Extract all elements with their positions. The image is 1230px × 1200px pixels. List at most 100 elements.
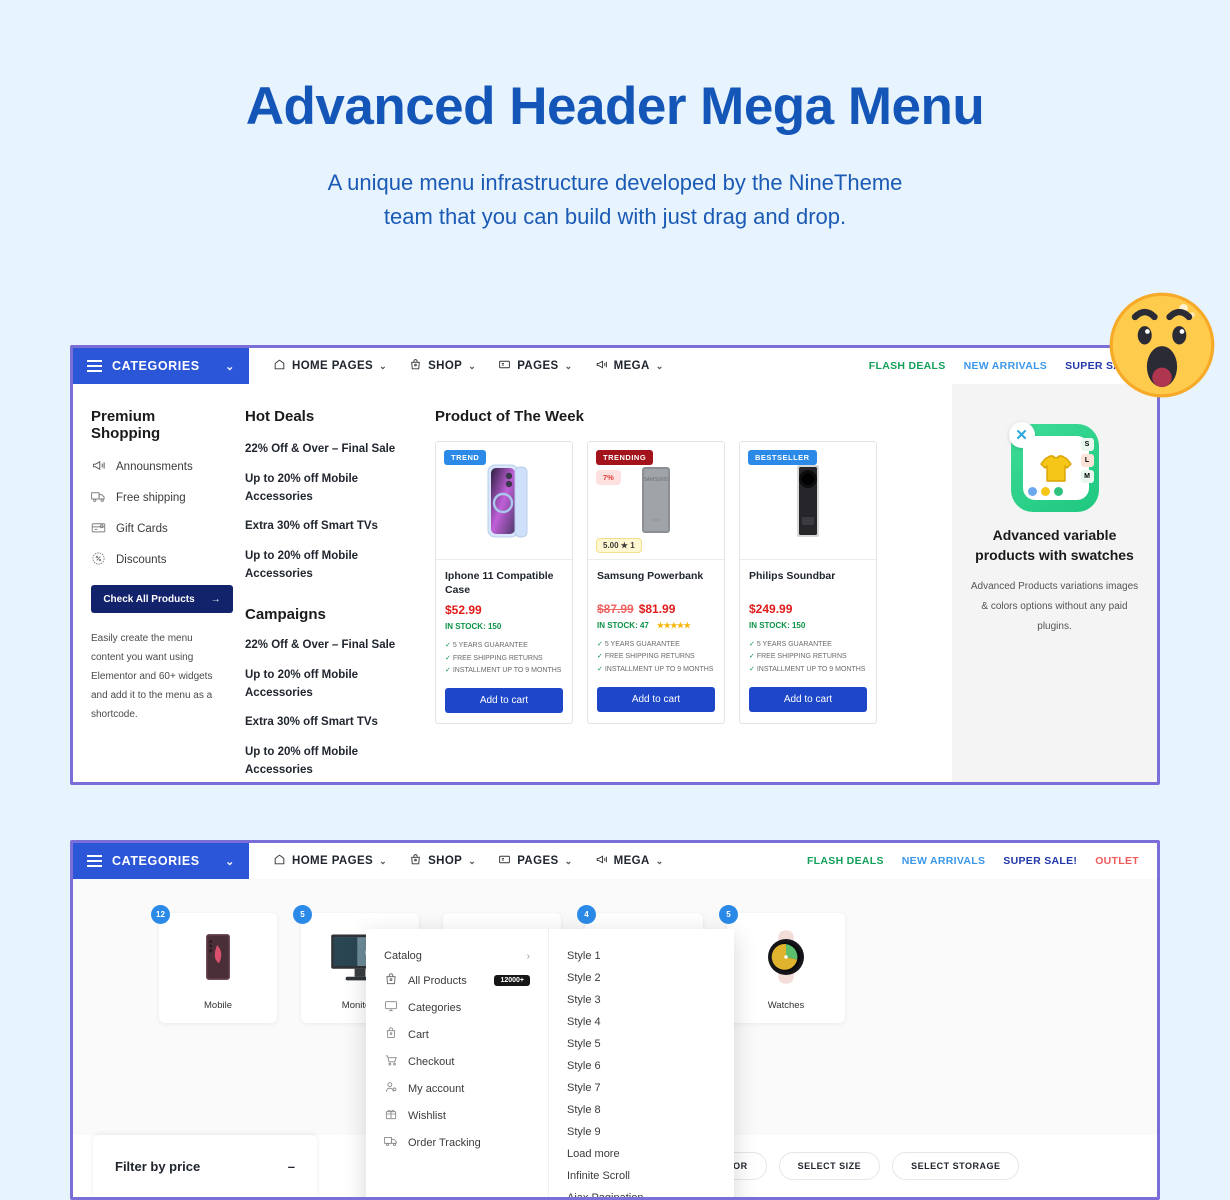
product-card[interactable]: BESTSELLER Philips Soundbar $249.99 IN S…: [739, 441, 877, 725]
dropdown-item-all-products[interactable]: All Products 12000+: [366, 967, 548, 994]
nav-item-label: SHOP: [428, 360, 463, 372]
dropdown-style-item[interactable]: Style 7: [549, 1077, 734, 1099]
nav-item-pages[interactable]: PAGES ⌄: [488, 843, 582, 879]
nav-item-label: SHOP: [428, 855, 463, 867]
dropdown-style-item[interactable]: Ajax Pagination: [549, 1187, 734, 1197]
category-card[interactable]: 12 Mobile: [151, 905, 277, 1023]
dropdown-style-item[interactable]: Infinite Scroll: [549, 1165, 734, 1187]
dropdown-item-order-tracking[interactable]: Order Tracking: [366, 1129, 548, 1156]
dropdown-item-label: Checkout: [408, 1055, 455, 1068]
bag-icon: [409, 853, 422, 869]
campaign-item[interactable]: Up to 20% off Mobile Accessories: [245, 744, 411, 780]
product-card[interactable]: TRENDING 7% 5.00 ★ 1 SAMSUNG 5000 Samsung…: [587, 441, 725, 725]
campaign-item[interactable]: Extra 30% off Smart TVs: [245, 714, 411, 732]
product-thumbnail: TREND: [436, 442, 572, 560]
categories-button-2[interactable]: CATEGORIES ⌄: [73, 843, 249, 879]
megaphone-icon: [91, 458, 106, 476]
dropdown-style-item[interactable]: Style 5: [549, 1033, 734, 1055]
promo-link-new-arrivals[interactable]: NEW ARRIVALS: [964, 360, 1048, 372]
premium-link-announsments[interactable]: Announsments: [91, 458, 227, 476]
color-swatches: [1027, 487, 1063, 496]
product-features: ✓ 5 YEARS GUARANTEE ✓ FREE SHIPPING RETUR…: [597, 639, 715, 676]
product-tag: TREND: [444, 450, 487, 465]
hot-deals-column: Hot Deals 22% Off & Over – Final Sale Up …: [245, 384, 425, 782]
filter-chip-select-size[interactable]: SELECT SIZE: [778, 1152, 881, 1180]
premium-link-label: Free shipping: [116, 492, 186, 504]
dropdown-item-catalog[interactable]: Catalog ›: [366, 945, 548, 967]
dropdown-item-categories[interactable]: Categories: [366, 994, 548, 1021]
campaign-item[interactable]: Up to 20% off Mobile Accessories: [245, 667, 411, 703]
dropdown-style-label: Style 2: [567, 972, 601, 984]
add-to-cart-button[interactable]: Add to cart: [597, 686, 715, 712]
hot-deal-item[interactable]: Extra 30% off Smart TVs: [245, 518, 411, 536]
size-swatch: S: [1080, 438, 1094, 451]
lock-bag-icon: [384, 1026, 398, 1043]
product-price: $52.99: [445, 603, 482, 618]
dropdown-style-item[interactable]: Style 3: [549, 989, 734, 1011]
old-price: $87.99: [597, 602, 634, 616]
filter-chip-select-storage[interactable]: SELECT STORAGE: [892, 1152, 1020, 1180]
dropdown-style-label: Style 6: [567, 1060, 601, 1072]
dropdown-item-label: Categories: [408, 1001, 462, 1014]
product-of-week-title: Product of The Week: [435, 408, 584, 425]
dropdown-style-item[interactable]: Style 4: [549, 1011, 734, 1033]
promo-link-new-arrivals[interactable]: NEW ARRIVALS: [902, 855, 986, 867]
promo-link-super-sale[interactable]: SUPER SALE!: [1003, 855, 1077, 867]
premium-link-gift-cards[interactable]: Gift Cards: [91, 520, 227, 538]
dropdown-style-item[interactable]: Style 2: [549, 967, 734, 989]
dropdown-item-wishlist[interactable]: Wishlist: [366, 1102, 548, 1129]
categories-label: CATEGORIES: [112, 359, 200, 373]
dropdown-item-cart[interactable]: Cart: [366, 1021, 548, 1048]
mega-menu-content: Premium Shopping Announsments Free shippi…: [73, 384, 1157, 782]
nav-item-home-pages[interactable]: 6 PAGESHOME PAGES⌄: [263, 843, 397, 879]
filter-by-price-box[interactable]: Filter by price –: [93, 1135, 317, 1197]
nav-item-mega[interactable]: MEGAMENUMEGA⌄: [585, 843, 674, 879]
nav-badge: ADVANCED: [415, 840, 469, 842]
dropdown-style-item[interactable]: Style 8: [549, 1099, 734, 1121]
premium-link-free-shipping[interactable]: Free shipping: [91, 489, 227, 507]
dropdown-style-label: Style 3: [567, 994, 601, 1006]
chevron-down-icon: ⌄: [225, 855, 235, 868]
dropdown-item-my-account[interactable]: My account: [366, 1075, 548, 1102]
dropdown-style-item[interactable]: Style 9: [549, 1121, 734, 1143]
chip-label: SELECT STORAGE: [911, 1161, 1001, 1171]
promo-link-outlet[interactable]: OUTLET: [1095, 855, 1139, 867]
dropdown-style-label: Style 4: [567, 1016, 601, 1028]
swatch-promo-desc: Advanced Products variations images & co…: [970, 581, 1139, 633]
dropdown-style-label: Load more: [567, 1148, 620, 1160]
add-to-cart-button[interactable]: Add to cart: [445, 688, 563, 714]
promo-link-flash-deals[interactable]: FLASH DEALS: [869, 360, 946, 372]
hot-deal-item[interactable]: Up to 20% off Mobile Accessories: [245, 548, 411, 584]
add-to-cart-button[interactable]: Add to cart: [749, 686, 867, 712]
promo-link-flash-deals[interactable]: FLASH DEALS: [807, 855, 884, 867]
hot-deal-item[interactable]: Up to 20% off Mobile Accessories: [245, 471, 411, 507]
product-tag: TRENDING: [596, 450, 654, 465]
nav-item-mega[interactable]: MEGAMENUMEGA⌄: [585, 348, 674, 384]
categories-button[interactable]: CATEGORIES ⌄: [73, 348, 249, 384]
nav-item-shop[interactable]: ADVANCEDSHOP⌄: [399, 348, 486, 384]
product-of-week-column: Product of The Week TREND Iphone 11 Comp…: [425, 384, 952, 782]
check-all-products-button[interactable]: Check All Products →: [91, 585, 233, 613]
dropdown-style-item[interactable]: Load more: [549, 1143, 734, 1165]
check-icon: ✓: [597, 641, 603, 648]
hamburger-icon: [87, 360, 102, 372]
category-card[interactable]: 5 Watches: [719, 905, 845, 1023]
product-card[interactable]: TREND Iphone 11 Compatible Case $52.99 I…: [435, 441, 573, 725]
dropdown-style-item[interactable]: Style 1: [549, 945, 734, 967]
rating-stars: ★★★★★: [656, 621, 691, 630]
dropdown-item-checkout[interactable]: Checkout: [366, 1048, 548, 1075]
home-icon: [273, 358, 286, 374]
nav-item-pages[interactable]: PAGES ⌄: [488, 348, 582, 384]
nav-item-shop[interactable]: ADVANCEDSHOP⌄: [399, 843, 486, 879]
chevron-down-icon: ⌄: [564, 855, 573, 866]
premium-link-discounts[interactable]: Discounts: [91, 551, 227, 569]
subtitle-line-2: team that you can build with just drag a…: [383, 204, 847, 230]
dropdown-style-item[interactable]: Style 6: [549, 1055, 734, 1077]
page-title: Advanced Header Mega Menu: [245, 77, 985, 136]
nav-item-home-pages[interactable]: 6 PAGESHOME PAGES⌄: [263, 348, 397, 384]
chevron-down-icon: ⌄: [379, 360, 388, 371]
hot-deal-item[interactable]: 22% Off & Over – Final Sale: [245, 441, 411, 459]
campaign-item[interactable]: 22% Off & Over – Final Sale: [245, 637, 411, 655]
face-with-open-mouth-emoji: [1108, 291, 1216, 399]
collapse-icon[interactable]: –: [288, 1159, 295, 1174]
